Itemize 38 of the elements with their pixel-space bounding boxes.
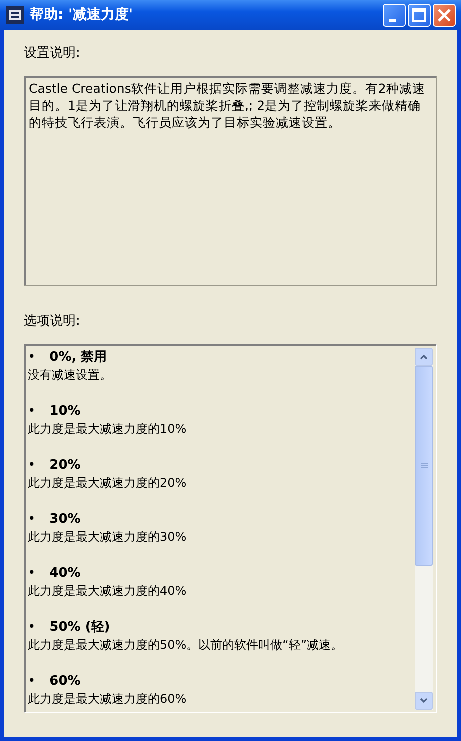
maximize-button[interactable]	[408, 4, 431, 26]
section-label: 设置说明:	[24, 45, 80, 62]
option-description: 此力度是最大减速力度的40%	[28, 583, 187, 600]
scroll-thumb[interactable]	[415, 366, 433, 566]
section-label: 选项说明:	[24, 313, 80, 330]
options-list[interactable]: • 0%, 禁用 没有减速设置。 • 10% 此力度是最大减速力度的10% • 20% 此力度是最大减速力度的20% • 30% 此力度是最大减速力度的30% • 40% 此力度是最大减速力度的40% • 50% (轻) 此力度是最大减速力度的50%。以前的软件叫做“轻”减速。 • 60% 此力度是最大减速力度的60%	[24, 344, 437, 713]
bullet: •	[28, 566, 36, 580]
chevron-up-icon	[420, 354, 428, 360]
option-title: 40%	[50, 566, 81, 580]
bullet: •	[28, 350, 36, 364]
minimize-icon	[388, 18, 396, 22]
option-description: 此力度是最大减速力度的30%	[28, 529, 187, 546]
bullet: •	[28, 458, 36, 472]
minimize-button[interactable]	[383, 4, 406, 26]
option-title: 10%	[50, 404, 81, 418]
close-button[interactable]	[433, 4, 456, 26]
option-title: 50% (轻)	[50, 619, 110, 636]
option-title: 20%	[50, 458, 81, 472]
option-title: 30%	[50, 512, 81, 526]
bullet: •	[28, 674, 36, 688]
description-box[interactable]: Castle Creations软件让用户根据实际需要调整减速力度。有2种减速目的。1是为了让滑翔机的螺旋桨折叠,; 2是为了控制螺旋桨来做精确的特技飞行表演。飞行员应该为了目标实验减速设置。	[24, 76, 437, 286]
option-description: 此力度是最大减速力度的50%。以前的软件叫做“轻”减速。	[28, 637, 344, 654]
app-icon	[6, 6, 24, 24]
option-title: 0%, 禁用	[50, 349, 108, 366]
window-title: 帮助: '减速力度'	[30, 6, 134, 24]
option-description: 此力度是最大减速力度的60%	[28, 691, 187, 708]
scroll-up-button[interactable]	[415, 348, 433, 366]
chevron-down-icon	[420, 698, 428, 704]
bullet: •	[28, 404, 36, 418]
scroll-down-button[interactable]	[415, 692, 433, 710]
option-description: 此力度是最大减速力度的10%	[28, 421, 187, 438]
scrollbar[interactable]	[415, 348, 433, 710]
option-description: 没有减速设置。	[28, 367, 112, 384]
bullet: •	[28, 620, 36, 634]
description-text: Castle Creations软件让用户根据实际需要调整减速力度。有2种减速目的。1是为了让滑翔机的螺旋桨折叠,; 2是为了控制螺旋桨来做精确的特技飞行表演。飞行员应该为了目标实验减速设置。	[29, 80, 426, 131]
option-description: 此力度是最大减速力度的20%	[28, 475, 187, 492]
bullet: •	[28, 512, 36, 526]
option-title: 60%	[50, 674, 81, 688]
